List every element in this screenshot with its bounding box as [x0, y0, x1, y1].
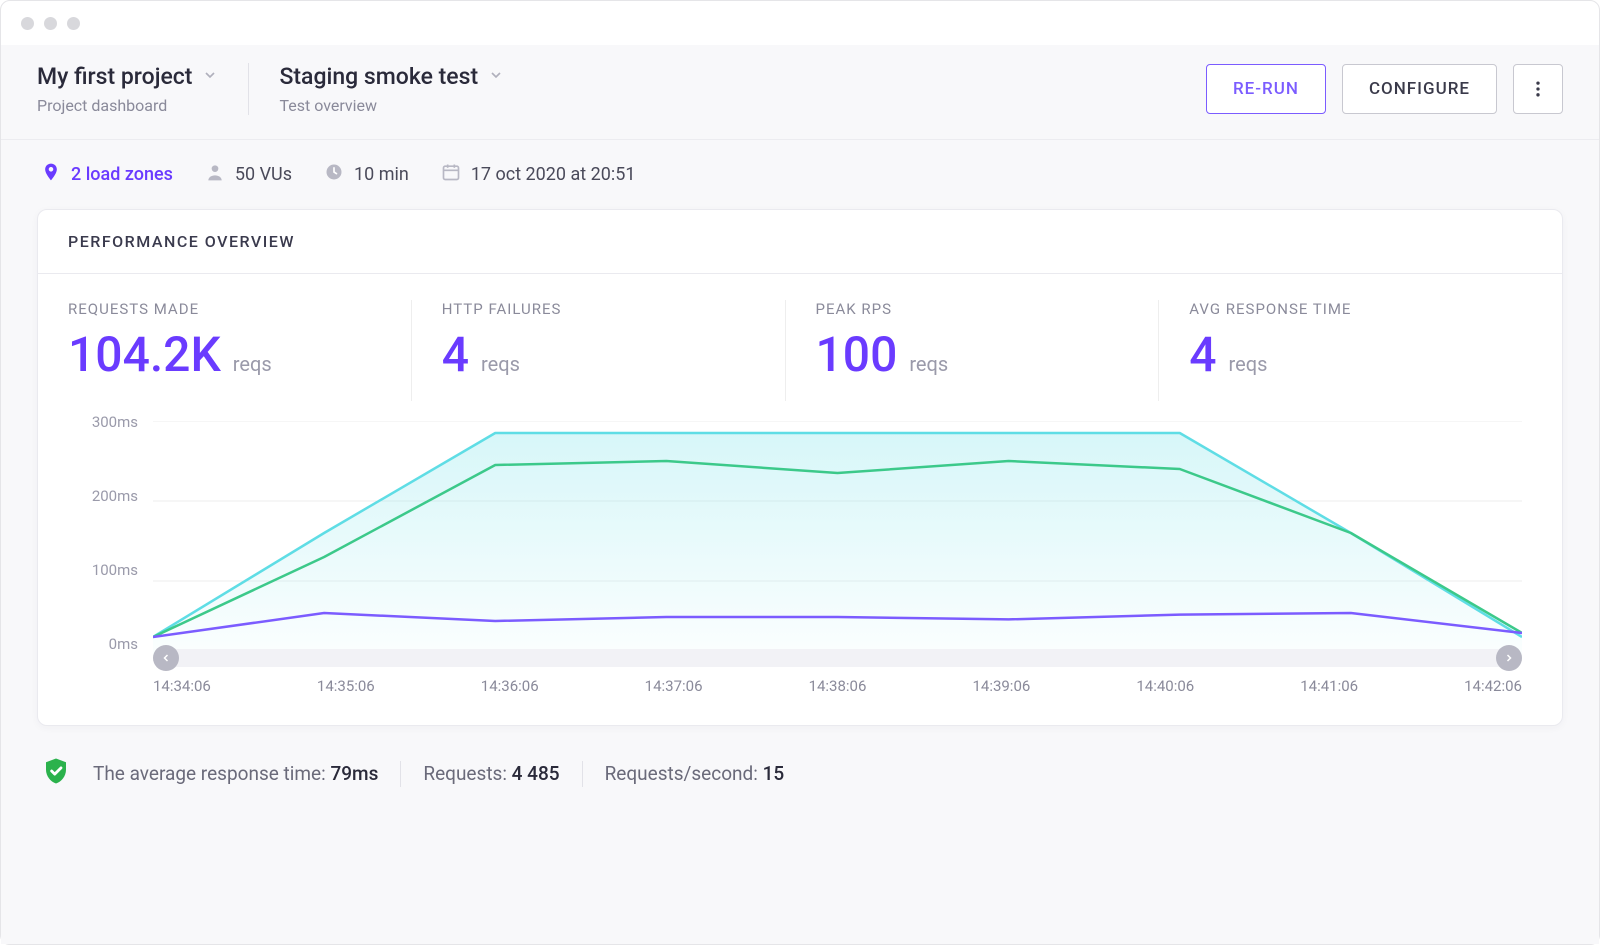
metric-value: 104.2K	[68, 326, 221, 383]
y-tick: 100ms	[68, 561, 138, 579]
performance-card: PERFORMANCE OVERVIEW REQUESTS MADE 104.2…	[37, 209, 1563, 726]
chart-x-axis: 14:34:06 14:35:06 14:36:06 14:37:06 14:38:06…	[153, 671, 1522, 701]
divider	[248, 63, 249, 115]
scrub-handle-right[interactable]	[1496, 645, 1522, 671]
y-tick: 0ms	[68, 635, 138, 653]
card-title: PERFORMANCE OVERVIEW	[38, 210, 1562, 274]
metrics-row: REQUESTS MADE 104.2K reqs HTTP FAILURES …	[38, 274, 1562, 411]
rerun-button[interactable]: RE-RUN	[1206, 64, 1326, 114]
metric-unit: reqs	[233, 352, 272, 376]
chart-plot[interactable]	[153, 421, 1522, 661]
metric-label: HTTP FAILURES	[442, 300, 755, 318]
pin-icon	[41, 162, 61, 187]
chevron-left-icon	[160, 652, 172, 664]
chevron-down-icon	[202, 67, 218, 87]
x-tick: 14:38:06	[809, 677, 867, 695]
chart-y-axis: 300ms 200ms 100ms 0ms	[68, 421, 148, 661]
metric-label: PEAK RPS	[816, 300, 1129, 318]
user-icon	[205, 162, 225, 187]
metric-label: AVG RESPONSE TIME	[1189, 300, 1502, 318]
requests-label: Requests:	[423, 762, 507, 785]
more-menu-button[interactable]	[1513, 64, 1563, 114]
shield-check-icon	[41, 756, 71, 791]
load-zones-label: 2 load zones	[71, 164, 173, 185]
chart-container: 300ms 200ms 100ms 0ms	[38, 411, 1562, 725]
page-header: My first project Project dashboard Stagi…	[1, 45, 1599, 140]
metric-label: REQUESTS MADE	[68, 300, 381, 318]
avg-rt-label: The average response time:	[93, 762, 326, 785]
project-subtitle: Project dashboard	[37, 96, 218, 115]
x-tick: 14:42:06	[1464, 677, 1522, 695]
metric-peak-rps: PEAK RPS 100 reqs	[786, 300, 1160, 401]
project-selector[interactable]: My first project	[37, 63, 218, 90]
x-tick: 14:40:06	[1136, 677, 1194, 695]
x-tick: 14:37:06	[645, 677, 703, 695]
metric-value: 4	[1189, 326, 1216, 383]
test-subtitle: Test overview	[279, 96, 504, 115]
chevron-right-icon	[1503, 652, 1515, 664]
dots-vertical-icon	[1528, 79, 1548, 99]
metric-avg-response-time: AVG RESPONSE TIME 4 reqs	[1159, 300, 1532, 401]
avg-rt-value: 79ms	[330, 762, 378, 785]
metric-value: 4	[442, 326, 469, 383]
traffic-dot	[67, 17, 80, 30]
traffic-dot	[44, 17, 57, 30]
window-titlebar	[1, 1, 1599, 45]
chevron-down-icon	[488, 67, 504, 87]
y-tick: 300ms	[68, 413, 138, 431]
divider	[400, 761, 401, 787]
datetime-label: 17 oct 2020 at 20:51	[471, 164, 636, 185]
metric-value: 100	[816, 326, 898, 383]
duration-meta: 10 min	[324, 162, 409, 187]
calendar-icon	[441, 162, 461, 187]
scrub-handle-left[interactable]	[153, 645, 179, 671]
metric-http-failures: HTTP FAILURES 4 reqs	[412, 300, 786, 401]
metric-requests-made: REQUESTS MADE 104.2K reqs	[68, 300, 412, 401]
project-title: My first project	[37, 63, 192, 90]
duration-label: 10 min	[354, 164, 409, 185]
metric-unit: reqs	[1229, 352, 1268, 376]
metric-unit: reqs	[481, 352, 520, 376]
rps-label: Requests/second:	[605, 762, 758, 785]
vus-meta: 50 VUs	[205, 162, 292, 187]
x-tick: 14:36:06	[481, 677, 539, 695]
app-window: My first project Project dashboard Stagi…	[0, 0, 1600, 945]
metric-unit: reqs	[909, 352, 948, 376]
vus-label: 50 VUs	[235, 164, 292, 185]
requests-value: 4 485	[512, 762, 560, 785]
test-meta-row: 2 load zones 50 VUs 10 min 17 oct 2020 a…	[1, 140, 1599, 209]
test-selector[interactable]: Staging smoke test	[279, 63, 504, 90]
clock-icon	[324, 162, 344, 187]
x-tick: 14:34:06	[153, 677, 211, 695]
traffic-dot	[21, 17, 34, 30]
x-tick: 14:35:06	[317, 677, 375, 695]
chart-scrubber[interactable]	[153, 649, 1522, 667]
datetime-meta: 17 oct 2020 at 20:51	[441, 162, 636, 187]
divider	[582, 761, 583, 787]
summary-footer: The average response time: 79ms Requests…	[1, 744, 1599, 809]
rps-value: 15	[763, 762, 785, 785]
x-tick: 14:41:06	[1300, 677, 1358, 695]
test-title: Staging smoke test	[279, 63, 478, 90]
y-tick: 200ms	[68, 487, 138, 505]
load-zones-link[interactable]: 2 load zones	[41, 162, 173, 187]
x-tick: 14:39:06	[972, 677, 1030, 695]
configure-button[interactable]: CONFIGURE	[1342, 64, 1497, 114]
